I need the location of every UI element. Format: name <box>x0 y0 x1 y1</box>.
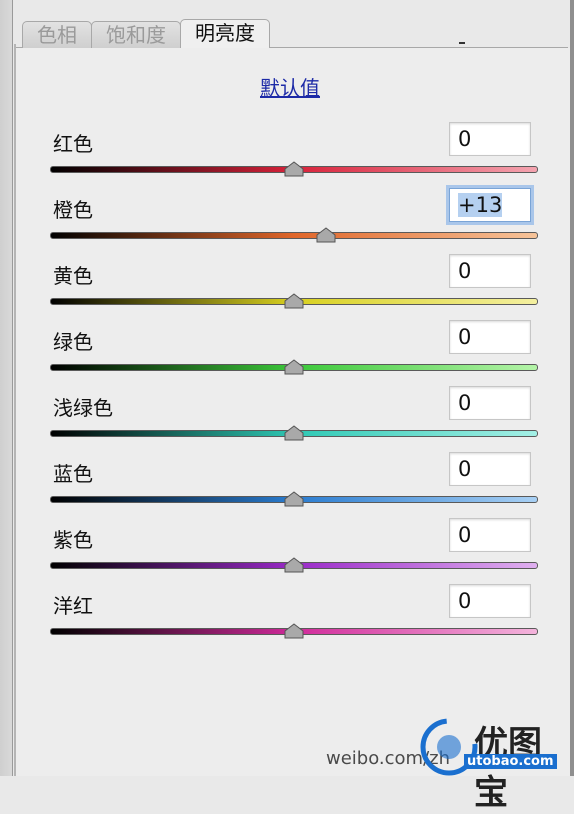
slider-row: 蓝色 0 <box>16 452 570 524</box>
slider-thumb[interactable] <box>284 293 304 309</box>
slider-label: 黄色 <box>53 264 93 288</box>
slider-row: 绿色 0 <box>16 320 570 392</box>
default-link[interactable]: 默认值 <box>260 72 320 101</box>
slider-label: 橙色 <box>53 198 93 222</box>
selected-value: +13 <box>458 193 503 217</box>
slider-label: 红色 <box>53 132 93 156</box>
slider-thumb[interactable] <box>284 623 304 639</box>
slider-row: 洋红 0 <box>16 584 570 656</box>
value-field[interactable]: 0 <box>449 320 531 354</box>
value-field[interactable]: 0 <box>449 584 531 618</box>
slider-label: 蓝色 <box>53 462 93 486</box>
hsl-panel-window: 色相 饱和度 明亮度 默认值 红色 0 橙色 +13 黄色 0 绿色 0 浅绿色 0 蓝色 0 紫色 0 洋… <box>0 0 574 813</box>
slider-label: 浅绿色 <box>53 396 113 420</box>
right-edge <box>570 0 574 776</box>
slider-label: 绿色 <box>53 330 93 354</box>
value-field[interactable]: +13 <box>449 188 531 222</box>
logo-url: utobao.com <box>464 754 557 769</box>
value-field[interactable]: 0 <box>449 122 531 156</box>
slider-thumb[interactable] <box>284 425 304 441</box>
slider-track[interactable] <box>50 232 538 239</box>
luminance-panel: 默认值 红色 0 橙色 +13 黄色 0 绿色 0 浅绿色 0 蓝色 0 紫色 0 洋红 0 <box>16 48 570 776</box>
slider-row: 紫色 0 <box>16 518 570 590</box>
slider-thumb[interactable] <box>284 491 304 507</box>
slider-row: 黄色 0 <box>16 254 570 326</box>
left-edge <box>0 0 13 776</box>
panel-menu-tick <box>459 42 465 44</box>
tab-bar: 色相 饱和度 明亮度 <box>22 19 270 48</box>
slider-row: 浅绿色 0 <box>16 386 570 458</box>
value-field[interactable]: 0 <box>449 386 531 420</box>
slider-row: 红色 0 <box>16 122 570 194</box>
tab-hue[interactable]: 色相 <box>22 21 92 48</box>
tab-luminance[interactable]: 明亮度 <box>180 19 270 48</box>
slider-label: 洋红 <box>53 594 93 618</box>
value-field[interactable]: 0 <box>449 254 531 288</box>
slider-thumb[interactable] <box>316 227 336 243</box>
slider-label: 紫色 <box>53 528 93 552</box>
slider-thumb[interactable] <box>284 359 304 375</box>
slider-thumb[interactable] <box>284 557 304 573</box>
slider-thumb[interactable] <box>284 161 304 177</box>
slider-row: 橙色 +13 <box>16 188 570 260</box>
value-field[interactable]: 0 <box>449 452 531 486</box>
value-field[interactable]: 0 <box>449 518 531 552</box>
tab-saturation[interactable]: 饱和度 <box>91 21 181 48</box>
